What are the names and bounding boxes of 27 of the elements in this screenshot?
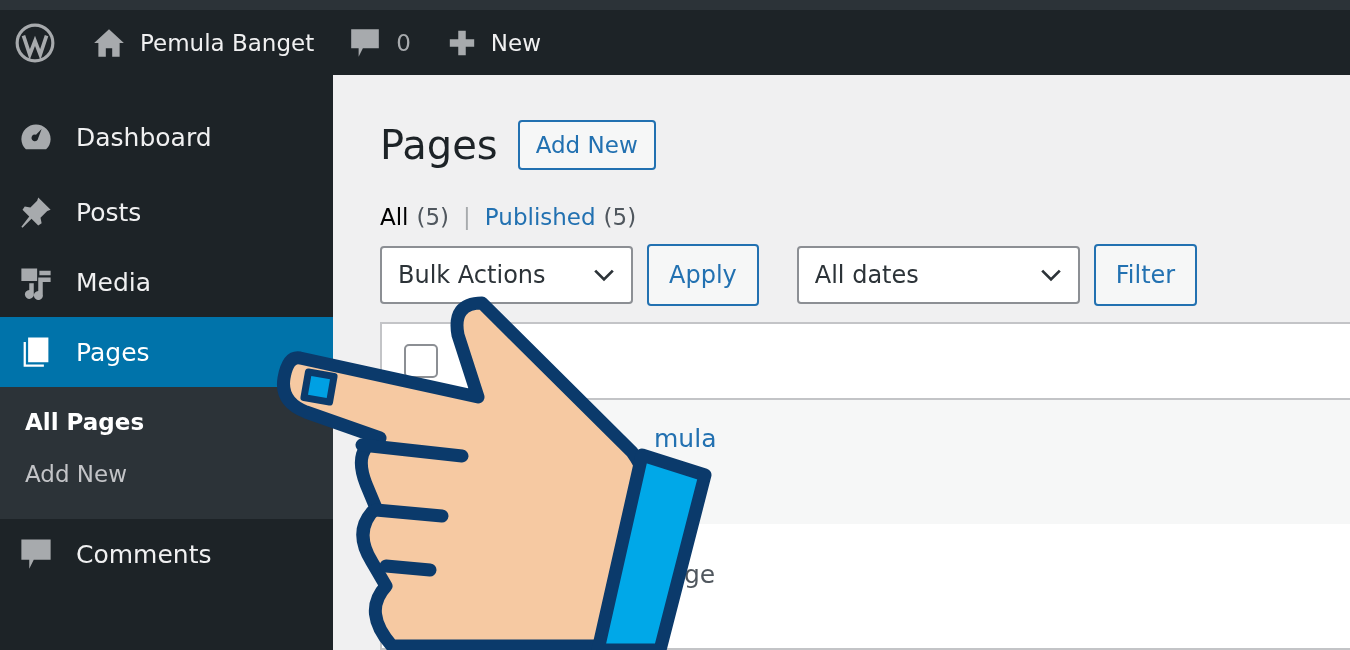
select-all-checkbox[interactable]	[404, 344, 438, 378]
sidebar-item[interactable]: Posts	[0, 177, 333, 247]
add-new-button[interactable]: Add New	[517, 120, 656, 170]
view-count: (5)	[603, 204, 637, 230]
new-menu[interactable]: New	[490, 29, 541, 56]
view-count: (5)	[416, 204, 450, 230]
dates-dropdown[interactable]: All dates	[796, 246, 1080, 304]
sidebar-item[interactable]: Comments	[0, 519, 333, 589]
site-name[interactable]: Pemula Banget	[140, 29, 315, 56]
chevron-icon	[1039, 268, 1062, 282]
submenu-item[interactable]: Add New	[25, 461, 127, 487]
apply-button[interactable]: Apply	[647, 244, 759, 306]
view-link[interactable]: All	[380, 204, 409, 230]
view-link[interactable]: Published	[484, 204, 596, 230]
sidebar-item[interactable]: Pages	[0, 317, 333, 387]
page-title: Pages	[380, 122, 498, 168]
chevron-icon	[593, 268, 615, 282]
filter-button[interactable]: Filter	[1093, 244, 1198, 306]
page-title: ge	[683, 559, 716, 589]
comment-count[interactable]: 0	[396, 29, 411, 56]
wordpress-logo-icon[interactable]	[14, 21, 56, 64]
separator: |	[463, 204, 471, 230]
sidebar-item[interactable]: Dashboard	[0, 100, 333, 175]
submenu-item[interactable]: All Pages	[25, 409, 145, 435]
page-title-link[interactable]: mula	[654, 424, 717, 453]
bulk-actions-dropdown[interactable]: Bulk Actions	[380, 246, 633, 304]
sidebar-item[interactable]: Media	[0, 247, 333, 317]
